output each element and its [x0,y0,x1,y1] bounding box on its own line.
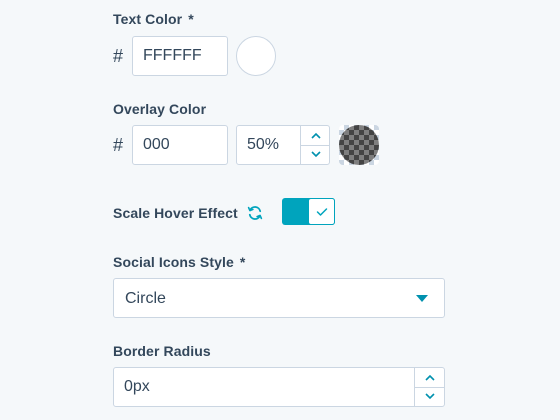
text-color-input[interactable] [132,36,228,76]
hash-prefix: # [113,46,124,66]
chevron-down-icon [310,151,321,158]
border-radius-label: Border Radius [113,343,211,359]
overlay-color-label: Overlay Color [113,101,207,117]
chevron-up-icon [424,374,435,381]
scale-hover-toggle[interactable] [282,198,335,225]
required-asterisk: * [188,11,194,27]
social-icons-style-label: Social Icons Style * [113,254,245,270]
required-asterisk: * [239,254,246,270]
overlay-color-swatch [339,125,379,165]
decrement-button[interactable] [415,386,444,407]
chevron-up-icon [310,132,321,139]
increment-button[interactable] [301,126,330,145]
border-radius-stepper [414,368,444,406]
select-value: Circle [125,290,166,307]
overlay-color-swatch-wrap[interactable] [339,125,379,165]
text-color-swatch[interactable] [236,36,276,76]
increment-button[interactable] [415,368,444,387]
hash-prefix: # [113,135,124,155]
border-radius-input[interactable] [113,367,445,407]
scale-hover-label: Scale Hover Effect [113,205,238,221]
text-color-label-text: Text Color [113,11,183,27]
check-icon [316,207,327,216]
text-color-label: Text Color * [113,11,194,27]
overlay-opacity-stepper [300,126,330,164]
sync-icon[interactable] [247,205,263,221]
chevron-down-icon [424,393,435,400]
caret-down-icon [416,295,428,302]
social-icons-style-label-text: Social Icons Style [113,254,234,270]
social-icons-style-select[interactable]: Circle [113,278,445,318]
overlay-color-input[interactable] [132,125,228,165]
toggle-knob [308,198,335,225]
decrement-button[interactable] [301,144,330,165]
